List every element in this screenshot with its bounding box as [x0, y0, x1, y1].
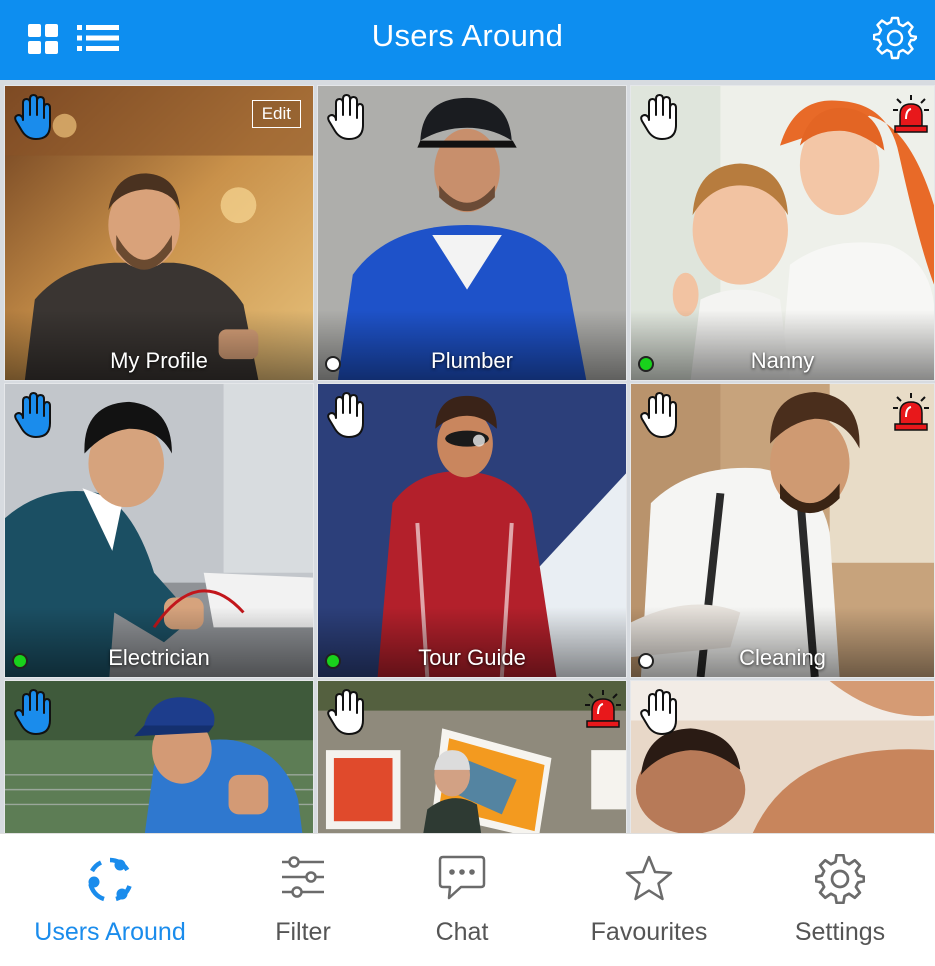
star-icon: [625, 855, 673, 901]
user-tile-tour-guide[interactable]: Tour Guide: [317, 383, 627, 678]
hand-wave-icon[interactable]: [639, 94, 679, 142]
nav-chat[interactable]: Chat: [402, 834, 522, 966]
nav-favourites[interactable]: Favourites: [574, 834, 724, 966]
user-tile[interactable]: [4, 680, 314, 833]
alarm-siren-icon: [892, 392, 930, 432]
nav-label: Filter: [275, 918, 331, 946]
sliders-icon: [282, 856, 324, 898]
bottom-navigation: Users Around Filter Chat Favourites Sett…: [0, 833, 935, 966]
tile-label: Plumber: [431, 348, 513, 373]
user-tile-my-profile[interactable]: Edit My Profile: [4, 85, 314, 381]
tile-label: Nanny: [750, 348, 815, 373]
nav-users-around[interactable]: Users Around: [20, 834, 200, 966]
hand-wave-icon[interactable]: [13, 392, 53, 440]
alarm-siren-icon: [892, 94, 930, 134]
hand-wave-icon[interactable]: [13, 94, 53, 142]
users-grid: Edit My Profile Plumber Nanny Electricia…: [0, 80, 935, 833]
nav-filter[interactable]: Filter: [243, 834, 363, 966]
hand-wave-icon[interactable]: [639, 689, 679, 737]
nav-label: Chat: [435, 918, 489, 946]
nav-label: Favourites: [590, 918, 708, 946]
edit-profile-button[interactable]: Edit: [251, 100, 301, 128]
tile-label: My Profile: [110, 348, 208, 373]
user-tile-electrician[interactable]: Electrician: [4, 383, 314, 678]
hand-wave-icon[interactable]: [326, 689, 366, 737]
user-tile[interactable]: [317, 680, 627, 833]
user-tile-plumber[interactable]: Plumber: [317, 85, 627, 381]
chat-bubble-icon: [438, 855, 486, 900]
hand-wave-icon[interactable]: [326, 94, 366, 142]
users-around-icon: [88, 857, 132, 902]
user-tile-cleaning[interactable]: Cleaning: [630, 383, 935, 678]
hand-wave-icon[interactable]: [639, 392, 679, 440]
user-tile-nanny[interactable]: Nanny: [630, 85, 935, 381]
tile-label: Cleaning: [739, 645, 826, 670]
app-header: Users Around: [0, 0, 935, 80]
nav-label: Settings: [794, 918, 886, 946]
tile-label: Electrician: [108, 645, 210, 670]
gear-icon[interactable]: [873, 16, 917, 60]
user-tile[interactable]: [630, 680, 935, 833]
nav-settings[interactable]: Settings: [780, 834, 900, 966]
nav-label: Users Around: [34, 918, 186, 946]
alarm-siren-icon: [584, 689, 622, 729]
gear-icon: [815, 854, 865, 904]
page-title: Users Around: [371, 18, 564, 53]
tile-label: Tour Guide: [418, 645, 526, 670]
hand-wave-icon[interactable]: [326, 392, 366, 440]
hand-wave-icon[interactable]: [13, 689, 53, 737]
